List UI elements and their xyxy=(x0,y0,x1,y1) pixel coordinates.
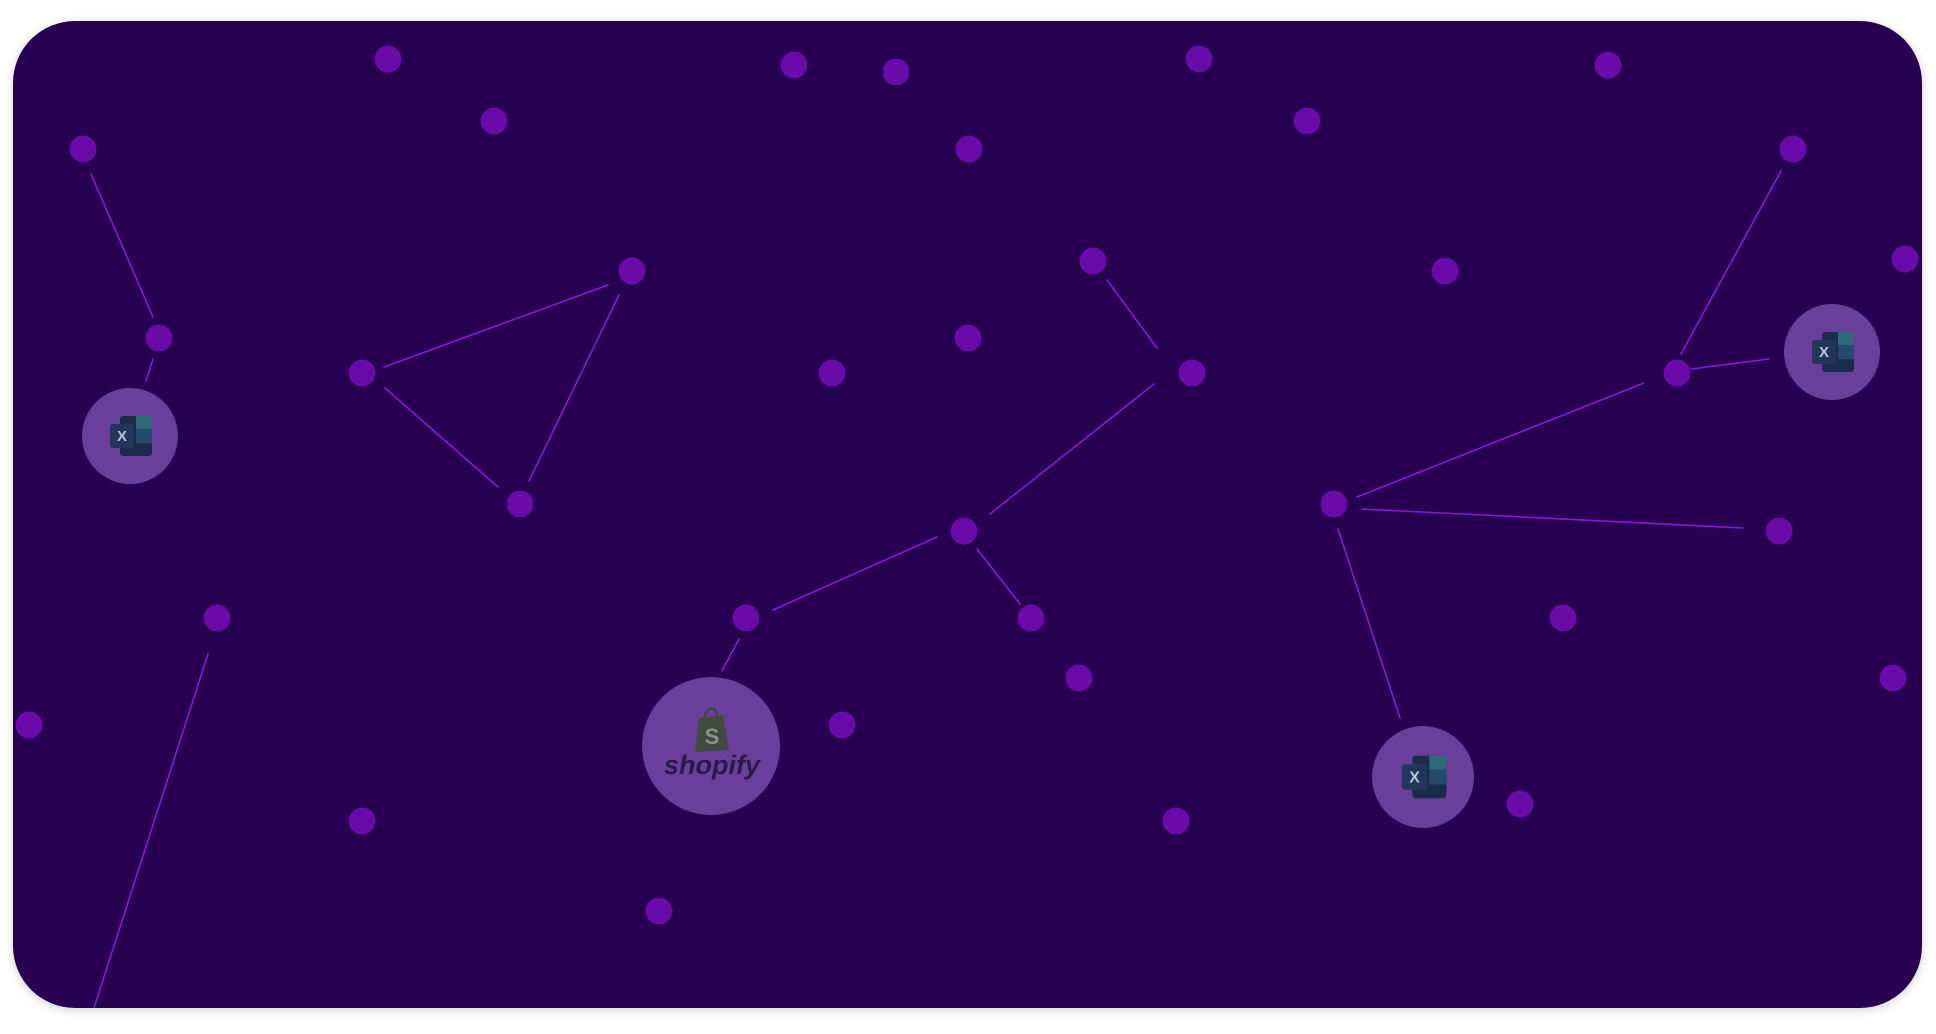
network-node-33 xyxy=(1506,790,1534,818)
shopify-wordmark: shopify xyxy=(664,750,762,780)
network-node-36 xyxy=(645,897,673,925)
network-node-10 xyxy=(1779,135,1807,163)
network-node-16 xyxy=(1178,359,1206,387)
excel-letter: X xyxy=(117,428,127,445)
network-node-5 xyxy=(882,58,910,86)
excel-badge-2: X xyxy=(1784,304,1880,400)
network-node-8 xyxy=(1293,107,1321,135)
excel-letter: X xyxy=(1819,344,1829,361)
network-node-20 xyxy=(1891,245,1919,273)
network-node-32 xyxy=(828,711,856,739)
network-node-30 xyxy=(1879,664,1907,692)
network-node-29 xyxy=(1065,664,1093,692)
network-node-1 xyxy=(69,135,97,163)
excel-badge-1: X xyxy=(82,388,178,484)
network-node-26 xyxy=(732,604,760,632)
network-node-22 xyxy=(1320,490,1348,518)
network-node-4 xyxy=(780,51,808,79)
network-node-35 xyxy=(1162,807,1190,835)
background xyxy=(13,21,1922,1008)
network-node-28 xyxy=(1549,604,1577,632)
network-node-34 xyxy=(348,807,376,835)
network-node-18 xyxy=(818,359,846,387)
excel-badge-3: X xyxy=(1372,726,1474,828)
excel-cell-top xyxy=(136,416,152,429)
network-node-27 xyxy=(1017,604,1045,632)
network-node-3 xyxy=(480,107,508,135)
network-node-14 xyxy=(1079,247,1107,275)
network-node-12 xyxy=(348,359,376,387)
network-node-13 xyxy=(618,257,646,285)
excel-cell-mid xyxy=(1838,345,1854,359)
network-node-19 xyxy=(1663,359,1691,387)
excel-cell-mid xyxy=(136,429,152,443)
excel-cell-top xyxy=(1429,755,1447,770)
network-canvas: X X X Sshopify xyxy=(13,21,1922,1008)
network-node-21 xyxy=(506,490,534,518)
excel-cell-top xyxy=(1838,332,1854,345)
shopify-letter: S xyxy=(705,724,720,749)
network-graph: X X X Sshopify xyxy=(13,21,1922,1008)
network-node-15 xyxy=(1431,257,1459,285)
network-node-6 xyxy=(955,135,983,163)
network-node-31 xyxy=(15,711,43,739)
excel-cell-mid xyxy=(1429,769,1447,785)
network-node-24 xyxy=(1765,517,1793,545)
shopify-badge: Sshopify xyxy=(642,677,780,815)
network-node-7 xyxy=(1185,45,1213,73)
network-node-2 xyxy=(374,45,402,73)
network-node-23 xyxy=(950,517,978,545)
network-node-25 xyxy=(203,604,231,632)
network-node-11 xyxy=(145,324,173,352)
excel-letter: X xyxy=(1409,769,1420,786)
network-node-17 xyxy=(954,324,982,352)
network-node-9 xyxy=(1594,51,1622,79)
